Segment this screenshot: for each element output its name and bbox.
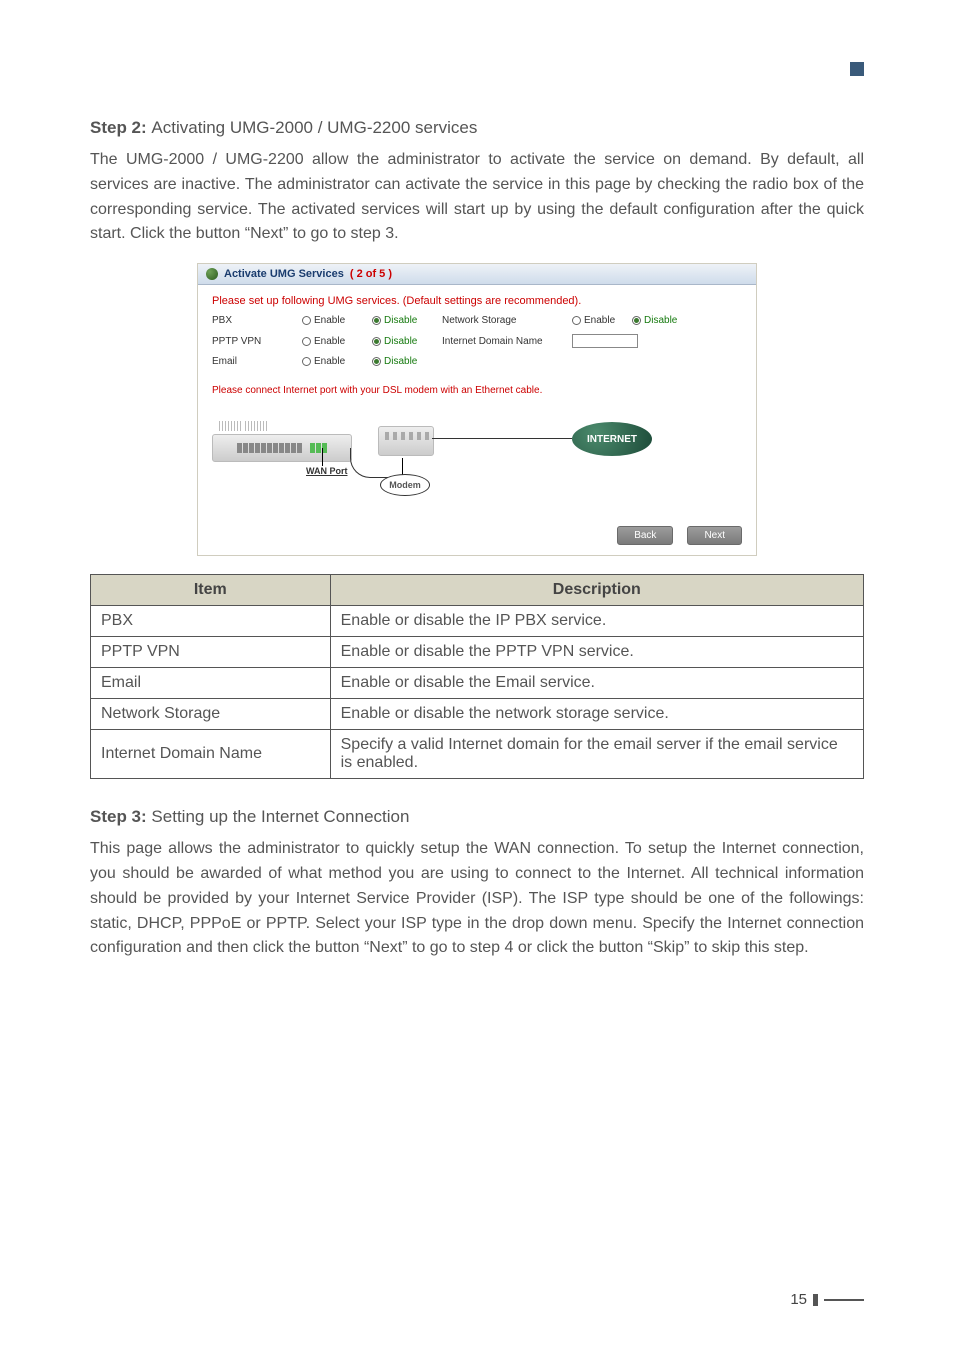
next-button[interactable]: Next (687, 526, 742, 545)
wizard-step-count: ( 2 of 5 ) (350, 268, 392, 280)
service-definition-table: Item Description PBXEnable or disable th… (90, 574, 864, 779)
wizard-subtitle: Please set up following UMG services. (D… (198, 285, 756, 313)
cell-desc: Enable or disable the Email service. (330, 668, 863, 699)
cell-item: Email (91, 668, 331, 699)
table-row: Internet Domain NameSpecify a valid Inte… (91, 730, 864, 779)
table-row: Network StorageEnable or disable the net… (91, 699, 864, 730)
service-pbx-label: PBX (212, 315, 302, 326)
modem-label: Modem (380, 474, 430, 496)
internet-cloud-icon: INTERNET (572, 422, 652, 456)
service-netstorage-label: Network Storage (442, 315, 572, 326)
pptp-enable-radio[interactable]: Enable (302, 336, 372, 347)
service-idn-label: Internet Domain Name (442, 336, 572, 347)
modem-icon (378, 426, 434, 456)
step2-paragraph: The UMG-2000 / UMG-2200 allow the admini… (90, 148, 864, 247)
pptp-disable-radio[interactable]: Disable (372, 336, 442, 347)
connect-note: Please connect Internet port with your D… (198, 377, 756, 400)
cell-desc: Specify a valid Internet domain for the … (330, 730, 863, 779)
step3-label: Step 3: (90, 807, 147, 826)
activate-services-screenshot: Activate UMG Services ( 2 of 5 ) Please … (197, 263, 757, 556)
cell-item: Internet Domain Name (91, 730, 331, 779)
step3-heading: Step 3: Setting up the Internet Connecti… (90, 807, 864, 827)
step3-paragraph: This page allows the administrator to qu… (90, 837, 864, 961)
step3-title: Setting up the Internet Connection (151, 807, 409, 826)
service-email-label: Email (212, 356, 302, 367)
step2-title: Activating UMG-2000 / UMG-2200 services (151, 118, 477, 137)
back-button[interactable]: Back (617, 526, 673, 545)
wan-port-label: WAN Port (306, 466, 348, 476)
table-row: PBXEnable or disable the IP PBX service. (91, 606, 864, 637)
page-footer: 15 (790, 1291, 864, 1308)
cell-desc: Enable or disable the network storage se… (330, 699, 863, 730)
email-enable-radio[interactable]: Enable (302, 356, 372, 367)
netstorage-enable-radio[interactable]: Enable (572, 315, 632, 326)
page-number: 15 (790, 1291, 807, 1308)
email-disable-radio[interactable]: Disable (372, 356, 442, 367)
cell-desc: Enable or disable the IP PBX service. (330, 606, 863, 637)
table-row: PPTP VPNEnable or disable the PPTP VPN s… (91, 637, 864, 668)
page-corner-marker (850, 62, 864, 76)
idn-input[interactable] (572, 334, 638, 348)
service-pptp-label: PPTP VPN (212, 336, 302, 347)
wizard-title: Activate UMG Services (224, 268, 344, 280)
col-item: Item (91, 575, 331, 606)
cell-item: PBX (91, 606, 331, 637)
step2-label: Step 2: (90, 118, 147, 137)
cell-desc: Enable or disable the PPTP VPN service. (330, 637, 863, 668)
wizard-icon (206, 268, 218, 280)
wan-pointer-line (322, 448, 323, 466)
cell-item: Network Storage (91, 699, 331, 730)
connection-diagram: WAN Port Modem INTERNET (212, 404, 742, 514)
pbx-enable-radio[interactable]: Enable (302, 315, 372, 326)
umg-device-icon (212, 434, 352, 462)
cell-item: PPTP VPN (91, 637, 331, 668)
cable-modem-to-internet (432, 438, 572, 468)
step2-heading: Step 2: Activating UMG-2000 / UMG-2200 s… (90, 118, 864, 138)
col-desc: Description (330, 575, 863, 606)
wizard-titlebar: Activate UMG Services ( 2 of 5 ) (198, 264, 756, 285)
table-row: EmailEnable or disable the Email service… (91, 668, 864, 699)
pbx-disable-radio[interactable]: Disable (372, 315, 442, 326)
netstorage-disable-radio[interactable]: Disable (632, 315, 692, 326)
